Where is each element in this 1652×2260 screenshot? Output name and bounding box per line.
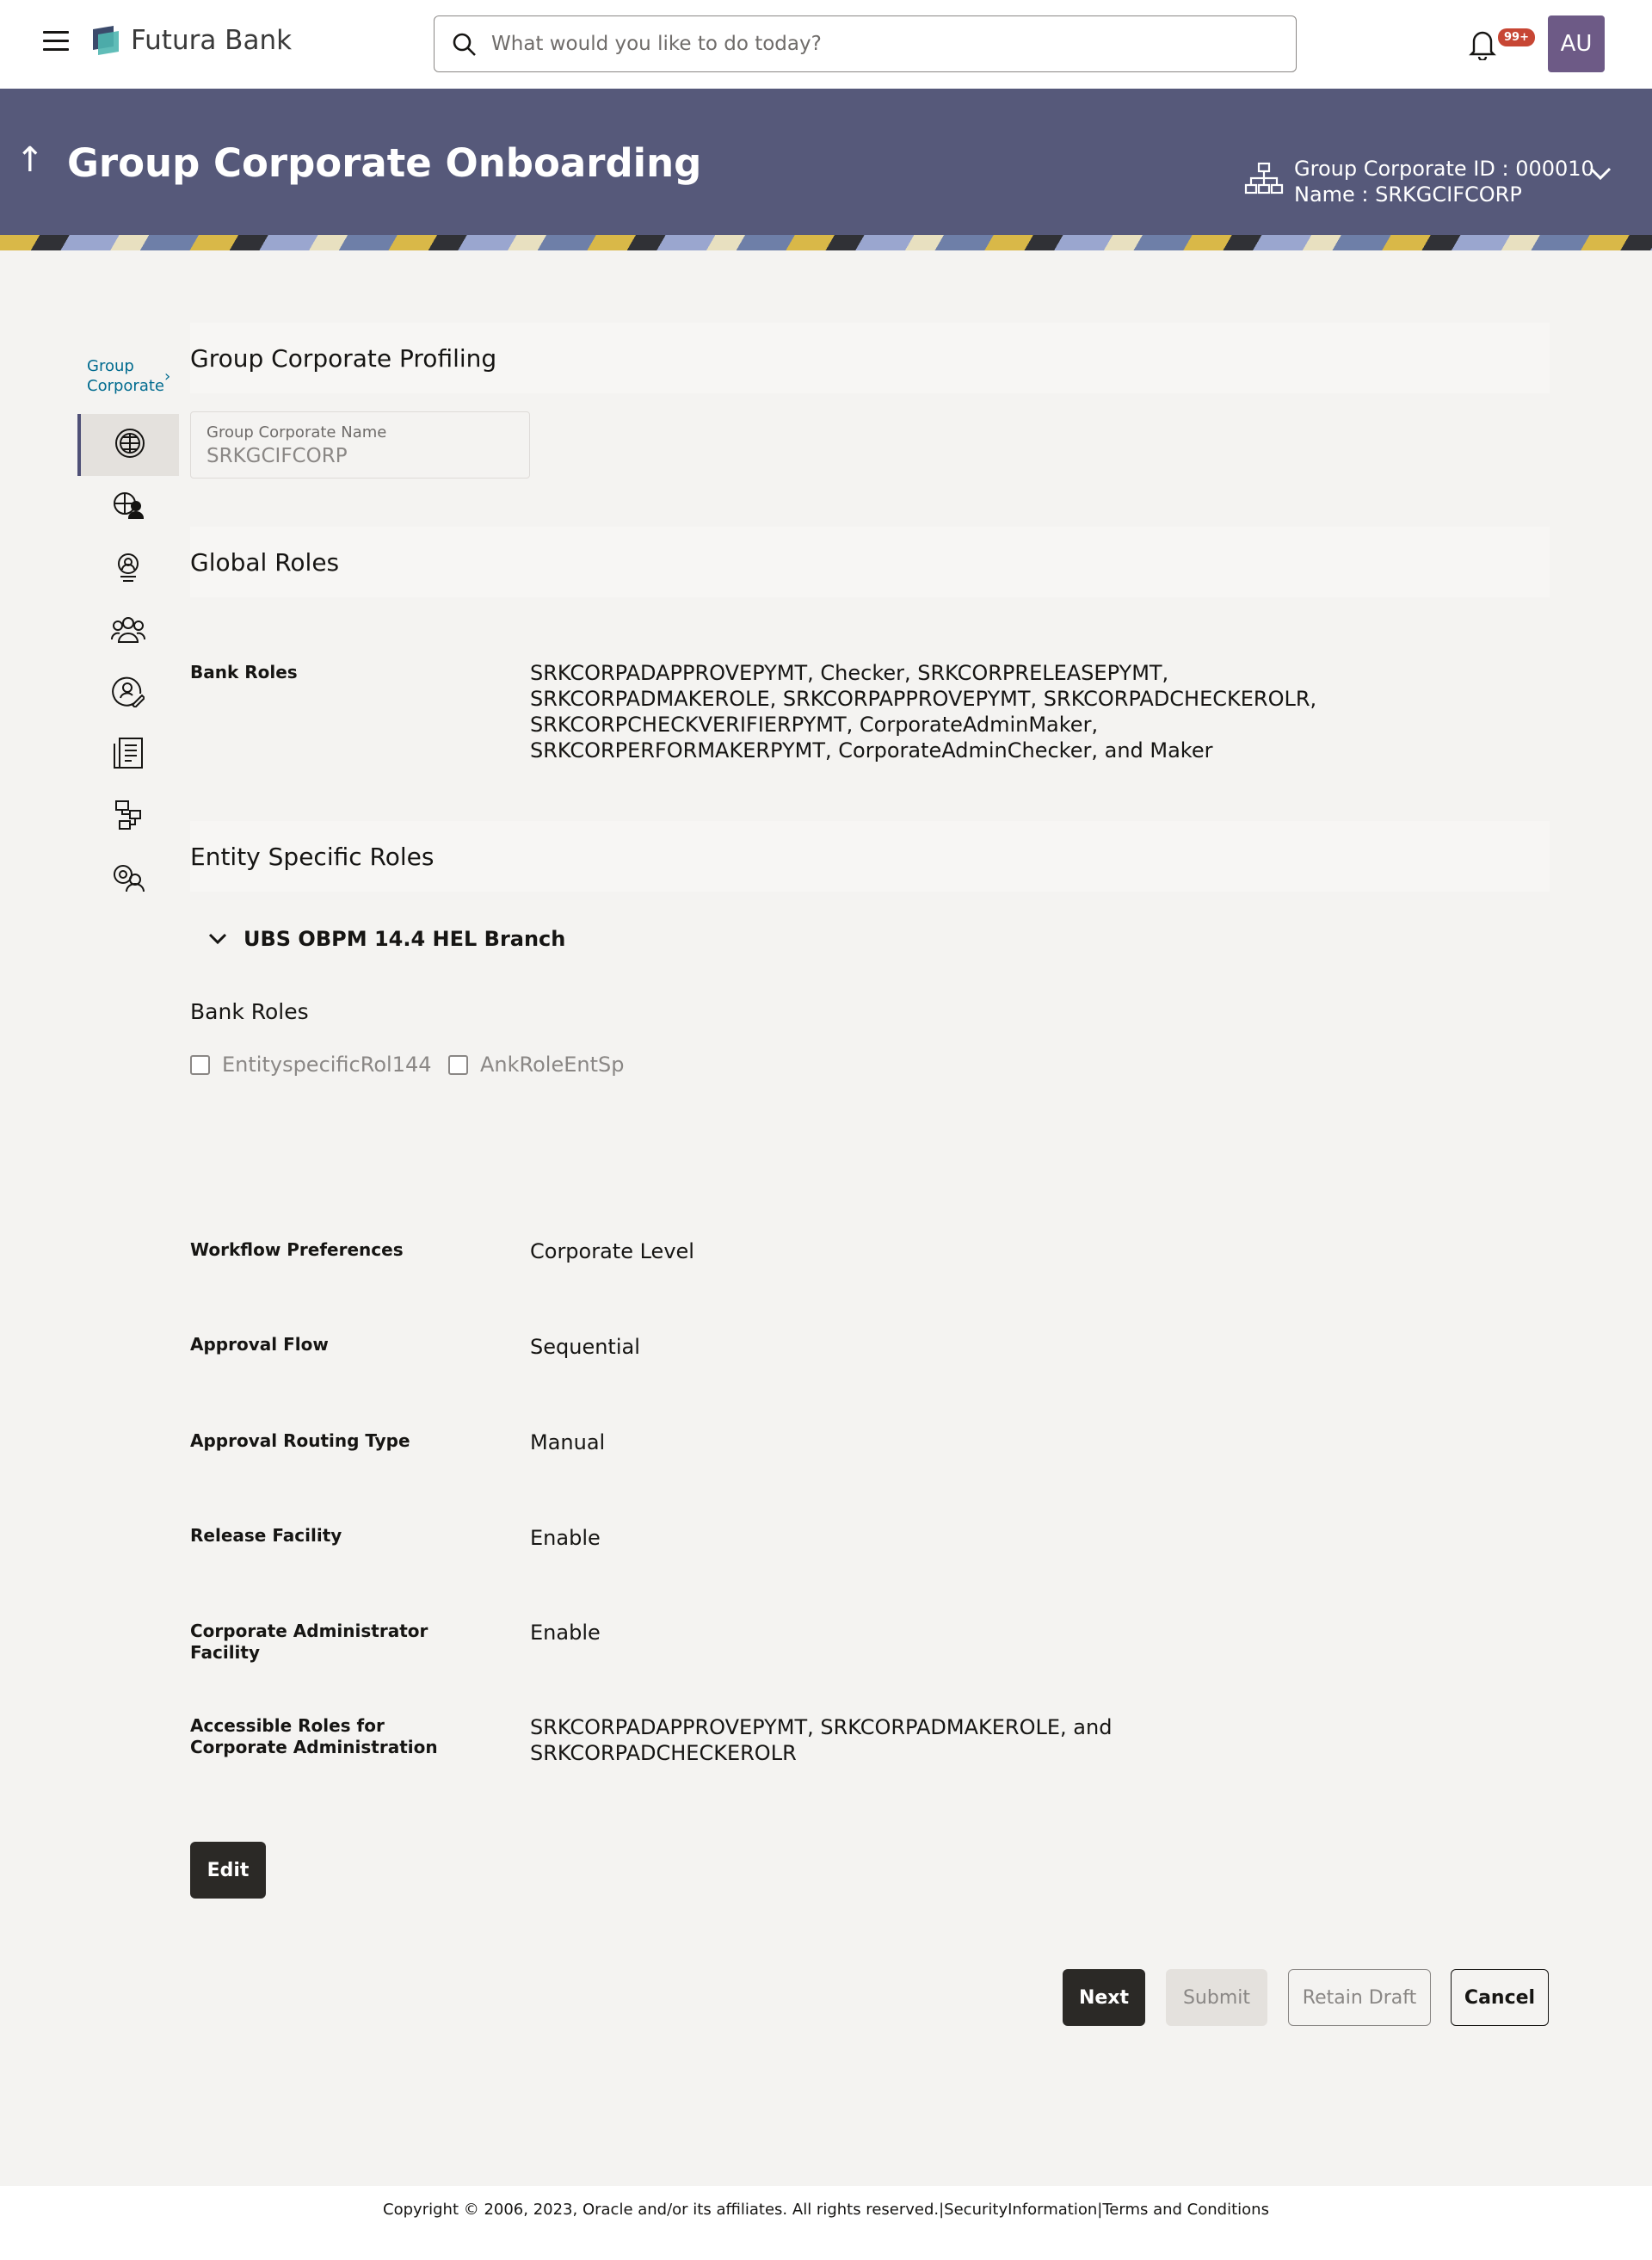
users-icon — [111, 614, 145, 648]
nav-step-6[interactable] — [77, 724, 179, 786]
release-facility-label: Release Facility — [190, 1525, 342, 1546]
workflow-preferences-value: Corporate Level — [530, 1239, 694, 1263]
chevron-down-icon[interactable] — [1588, 166, 1612, 185]
bank-roles-value: SRKCORPADAPPROVEPYMT, Checker, SRKCORPRE… — [530, 660, 1390, 763]
branch-name: UBS OBPM 14.4 HEL Branch — [243, 927, 566, 951]
nav-step-5[interactable] — [77, 662, 179, 724]
branch-accordion-toggle[interactable]: UBS OBPM 14.4 HEL Branch — [207, 927, 565, 951]
breadcrumb-label: Group Corporate — [87, 357, 164, 395]
edit-button[interactable]: Edit — [190, 1842, 266, 1899]
checkbox-label: AnkRoleEntSp — [480, 1053, 625, 1077]
approval-flow-value: Sequential — [530, 1335, 640, 1359]
bank-roles-line: SRKCORPADAPPROVEPYMT, Checker, SRKCORPRE… — [530, 661, 1169, 685]
hierarchy-icon — [1244, 162, 1284, 198]
accessible-roles-value: SRKCORPADAPPROVEPYMT, SRKCORPADMAKEROLE,… — [530, 1715, 1113, 1765]
menu-icon[interactable] — [43, 31, 69, 52]
cancel-button[interactable]: Cancel — [1451, 1969, 1549, 2026]
workflow-icon — [113, 799, 144, 835]
corporate-id: Group Corporate ID : 000010 — [1294, 157, 1594, 181]
top-bar: Futura Bank 99+ AU — [0, 0, 1652, 89]
nav-step-3[interactable] — [77, 538, 179, 600]
nav-step-2[interactable] — [77, 476, 179, 538]
section-heading-profiling: Group Corporate Profiling — [190, 323, 1550, 393]
footer: Copyright © 2006, 2023, Oracle and/or it… — [0, 2186, 1652, 2260]
checkbox-label: EntityspecificRol144 — [222, 1053, 432, 1077]
document-list-icon — [113, 737, 144, 773]
brand-name: Futura Bank — [131, 25, 293, 56]
search-box[interactable] — [434, 15, 1297, 72]
search-icon — [452, 32, 478, 61]
section-heading-entity-roles: Entity Specific Roles — [190, 821, 1550, 892]
accessible-roles-label: Accessible Roles for Corporate Administr… — [190, 1715, 438, 1757]
bank-roles-line: SRKCORPADMAKEROLE, SRKCORPAPPROVEPYMT, S… — [530, 687, 1317, 711]
back-arrow-icon[interactable]: ↑ — [15, 140, 45, 180]
nav-step-profiling[interactable] — [77, 414, 179, 476]
next-button[interactable]: Next — [1063, 1969, 1145, 2026]
settings-group-icon — [111, 861, 145, 897]
bell-icon[interactable] — [1468, 28, 1497, 64]
search-input[interactable] — [491, 28, 1266, 59]
chevron-down-icon — [208, 933, 227, 945]
corporate-admin-facility-value: Enable — [530, 1621, 601, 1645]
entity-bank-roles-label: Bank Roles — [190, 999, 309, 1024]
release-facility-value: Enable — [530, 1526, 601, 1550]
corporate-name: Name : SRKGCIFCORP — [1294, 182, 1522, 207]
workflow-preferences-label: Workflow Preferences — [190, 1239, 404, 1260]
banner-pattern — [0, 235, 1652, 250]
user-badge-icon — [112, 551, 145, 587]
page-banner: ↑ Group Corporate Onboarding Group Corpo… — [0, 89, 1652, 250]
corporate-admin-facility-label: Corporate Administrator Facility — [190, 1621, 428, 1663]
approval-routing-type-value: Manual — [530, 1430, 606, 1454]
nav-step-7[interactable] — [77, 786, 179, 848]
footer-copyright: Copyright © 2006, 2023, Oracle and/or it… — [383, 2201, 1269, 2219]
field-value: SRKGCIFCORP — [206, 445, 348, 467]
bank-roles-line: SRKCORPCHECKVERIFIERPYMT, CorporateAdmin… — [530, 713, 1099, 737]
approval-flow-label: Approval Flow — [190, 1334, 329, 1355]
role-checkbox-ankrole[interactable]: AnkRoleEntSp — [448, 1053, 625, 1077]
chevron-right-icon: › — [164, 367, 171, 386]
field-label: Group Corporate Name — [206, 423, 387, 442]
bank-roles-line: SRKCORPERFORMAKERPYMT, CorporateAdminChe… — [530, 738, 1213, 763]
user-edit-icon — [112, 675, 146, 711]
nav-step-8[interactable] — [77, 848, 179, 910]
checkbox[interactable] — [448, 1054, 468, 1075]
futura-bank-logo-icon — [91, 24, 120, 57]
group-corporate-name-field: Group Corporate Name SRKGCIFCORP — [190, 411, 530, 479]
page-title: Group Corporate Onboarding — [67, 140, 702, 186]
globe-icon — [114, 427, 146, 463]
checkbox[interactable] — [190, 1054, 210, 1075]
step-navigation — [77, 414, 179, 910]
corporate-info: Group Corporate ID : 000010 Name : SRKGC… — [1294, 156, 1594, 207]
nav-step-4[interactable] — [77, 600, 179, 662]
role-checkbox-entityspecific[interactable]: EntityspecificRol144 — [190, 1053, 432, 1077]
section-heading-global-roles: Global Roles — [190, 527, 1550, 597]
bank-roles-label: Bank Roles — [190, 662, 298, 682]
breadcrumb[interactable]: Group Corporate › — [87, 356, 173, 396]
notification-badge: 99+ — [1498, 28, 1535, 46]
approval-routing-type-label: Approval Routing Type — [190, 1430, 410, 1451]
brand-logo[interactable]: Futura Bank — [91, 24, 292, 57]
submit-button[interactable]: Submit — [1166, 1969, 1267, 2026]
retain-draft-button[interactable]: Retain Draft — [1288, 1969, 1431, 2026]
avatar[interactable]: AU — [1548, 15, 1605, 72]
globe-user-icon — [112, 489, 145, 525]
